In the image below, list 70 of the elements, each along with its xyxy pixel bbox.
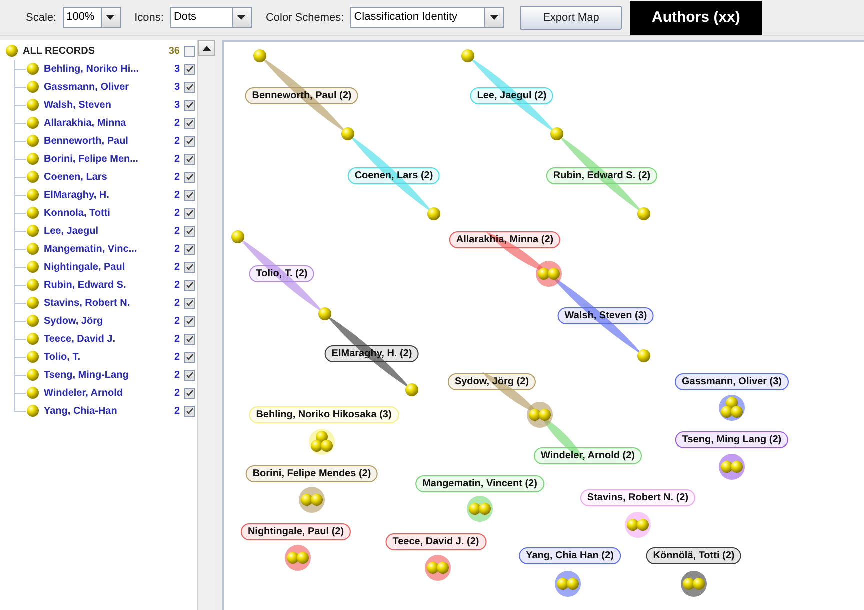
tree-item-label[interactable]: Tseng, Ming-Lang: [44, 370, 168, 380]
record-count: 2: [173, 136, 180, 146]
scale-combo[interactable]: 100%: [62, 7, 121, 28]
export-map-button[interactable]: Export Map: [520, 6, 622, 30]
tree-item-label[interactable]: Behling, Noriko Hi...: [44, 64, 168, 74]
field-label: Color Schemes:: [266, 12, 344, 24]
color-scheme-combo[interactable]: Classification Identity: [350, 7, 504, 28]
node-label[interactable]: Tolio, T. (2): [249, 266, 315, 282]
record-count: 2: [173, 226, 180, 236]
record-count: 2: [173, 334, 180, 344]
tree-item-label[interactable]: ElMaraghy, H.: [44, 190, 168, 200]
node-label[interactable]: Walsh, Steven (3): [558, 308, 654, 324]
record-count: 2: [173, 190, 180, 200]
node-label[interactable]: Könnölä, Totti (2): [646, 548, 742, 564]
record-count: 2: [173, 154, 180, 164]
icons-combo[interactable]: Dots: [170, 7, 252, 28]
node-label[interactable]: Tseng, Ming Lang (2): [675, 432, 789, 448]
node-label[interactable]: Rubin, Edward S. (2): [546, 168, 658, 184]
tree-item-label[interactable]: Yang, Chia-Han: [44, 406, 168, 416]
record-count: 36: [168, 46, 180, 56]
node-label[interactable]: Yang, Chia Han (2): [519, 548, 621, 564]
tree-item-label[interactable]: Allarakhia, Minna: [44, 118, 168, 128]
record-count: 2: [173, 388, 180, 398]
tree-item-label[interactable]: Lee, Jaegul: [44, 226, 168, 236]
record-count: 2: [173, 262, 180, 272]
field-label: Scale:: [26, 12, 57, 24]
node-label[interactable]: Behling, Noriko Hikosaka (3): [249, 406, 399, 424]
node-label[interactable]: Lee, Jaegul (2): [470, 88, 554, 104]
tree-item-label[interactable]: Rubin, Edward S.: [44, 280, 168, 290]
node-label[interactable]: Benneworth, Paul (2): [245, 88, 359, 104]
record-count: 3: [173, 82, 180, 92]
node-label[interactable]: Stavins, Robert N. (2): [580, 490, 696, 506]
field-label: Icons:: [134, 12, 164, 24]
record-count: 2: [173, 244, 180, 254]
record-count: 2: [173, 406, 180, 416]
tree-item-label[interactable]: Borini, Felipe Men...: [44, 154, 168, 164]
record-count: 2: [173, 370, 180, 380]
tree-item-label[interactable]: Mangematin, Vinc...: [44, 244, 168, 254]
tree-item-label[interactable]: Nightingale, Paul: [44, 262, 168, 272]
node-label[interactable]: Allarakhia, Minna (2): [449, 232, 561, 248]
tree-item-label[interactable]: Tolio, T.: [44, 352, 168, 362]
record-count: 2: [173, 280, 180, 290]
node-label[interactable]: Sydow, Jörg (2): [448, 374, 536, 390]
record-count: 2: [173, 298, 180, 308]
node-label[interactable]: Coenen, Lars (2): [348, 168, 440, 184]
record-count: 2: [173, 316, 180, 326]
tree-item-label[interactable]: Walsh, Steven: [44, 100, 168, 110]
node-label[interactable]: Borini, Felipe Mendes (2): [246, 466, 378, 482]
record-count: 3: [173, 100, 180, 110]
tree-item-label[interactable]: ALL RECORDS: [23, 46, 168, 56]
tree-item-label[interactable]: Sydow, Jörg: [44, 316, 168, 326]
node-label[interactable]: Windeler, Arnold (2): [534, 448, 642, 464]
tree-item-label[interactable]: Stavins, Robert N.: [44, 298, 168, 308]
node-label[interactable]: Gassmann, Oliver (3): [674, 374, 790, 390]
tree-item-label[interactable]: Teece, David J.: [44, 334, 168, 344]
node-label[interactable]: Teece, David J. (2): [386, 534, 486, 550]
panel-title: Authors (xx): [630, 0, 762, 34]
node-label[interactable]: ElMaraghy, H. (2): [324, 346, 420, 362]
tree-item-label[interactable]: Benneworth, Paul: [44, 136, 168, 146]
node-label[interactable]: Nightingale, Paul (2): [240, 524, 352, 540]
record-count: 2: [173, 352, 180, 362]
tree-item-label[interactable]: Konnola, Totti: [44, 208, 168, 218]
tree-item-label[interactable]: Coenen, Lars: [44, 172, 168, 182]
record-count: 3: [173, 64, 180, 74]
tree-item-label[interactable]: Windeler, Arnold: [44, 388, 168, 398]
tree-item-label[interactable]: Gassmann, Oliver: [44, 82, 168, 92]
node-label[interactable]: Mangematin, Vincent (2): [416, 476, 544, 492]
record-count: 2: [173, 118, 180, 128]
record-count: 2: [173, 208, 180, 218]
record-count: 2: [173, 172, 180, 182]
